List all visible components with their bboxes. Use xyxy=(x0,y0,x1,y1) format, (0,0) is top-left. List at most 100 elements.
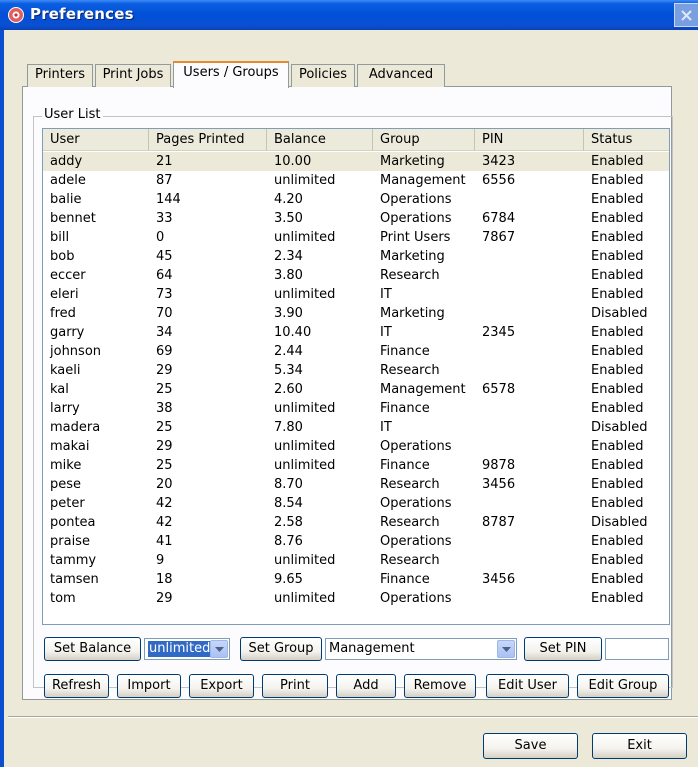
column-header-balance[interactable]: Balance xyxy=(267,129,373,151)
cell-pages-printed: 73 xyxy=(156,287,173,302)
balance-combo[interactable]: unlimited xyxy=(144,638,230,660)
cell-status: Disabled xyxy=(591,515,648,530)
cell-balance: 9.65 xyxy=(274,572,303,587)
cell-pin: 2345 xyxy=(482,325,516,340)
table-row[interactable]: tamsen 18 9.65 Finance 3456 Enabled xyxy=(43,570,669,589)
tab-policies[interactable]: Policies xyxy=(291,64,355,87)
balance-dropdown-button[interactable] xyxy=(210,640,228,658)
column-header-status[interactable]: Status xyxy=(584,129,669,151)
tab-printers[interactable]: Printers xyxy=(27,64,93,87)
cell-group: Operations xyxy=(380,211,452,226)
cell-user: kal xyxy=(50,382,69,397)
cell-user: eleri xyxy=(50,287,79,302)
edit-user-button[interactable]: Edit User xyxy=(486,674,569,698)
column-header-pin[interactable]: PIN xyxy=(475,129,584,151)
cell-status: Disabled xyxy=(591,306,648,321)
footer-separator xyxy=(8,716,698,718)
group-combo[interactable]: Management xyxy=(325,638,517,660)
cell-pages-printed: 20 xyxy=(156,477,173,492)
cell-status: Enabled xyxy=(591,496,644,511)
pin-input[interactable] xyxy=(605,638,669,660)
table-row[interactable]: madera 25 7.80 IT Disabled xyxy=(43,418,669,437)
table-row[interactable]: larry 38 unlimited Finance Enabled xyxy=(43,399,669,418)
cell-user: tom xyxy=(50,591,76,606)
set-group-button[interactable]: Set Group xyxy=(240,637,322,661)
table-row[interactable]: bennet 33 3.50 Operations 6784 Enabled xyxy=(43,209,669,228)
cell-group: Finance xyxy=(380,401,430,416)
table-row[interactable]: tom 29 unlimited Operations Enabled xyxy=(43,589,669,608)
table-row[interactable]: mike 25 unlimited Finance 9878 Enabled xyxy=(43,456,669,475)
table-row[interactable]: fred 70 3.90 Marketing Disabled xyxy=(43,304,669,323)
table-row[interactable]: eleri 73 unlimited IT Enabled xyxy=(43,285,669,304)
import-button[interactable]: Import xyxy=(117,674,181,698)
cell-balance: 10.00 xyxy=(274,154,312,169)
cell-group: Research xyxy=(380,363,440,378)
cell-status: Enabled xyxy=(591,344,644,359)
cell-user: larry xyxy=(50,401,80,416)
exit-button[interactable]: Exit xyxy=(592,733,687,759)
cell-group: Research xyxy=(380,477,440,492)
refresh-button[interactable]: Refresh xyxy=(44,674,109,698)
cell-pin: 6556 xyxy=(482,173,516,188)
cell-pages-printed: 69 xyxy=(156,344,173,359)
export-button[interactable]: Export xyxy=(189,674,254,698)
tab-print-jobs[interactable]: Print Jobs xyxy=(95,64,171,87)
column-header-user[interactable]: User xyxy=(43,129,149,151)
cell-pages-printed: 21 xyxy=(156,154,173,169)
table-row[interactable]: bill 0 unlimited Print Users 7867 Enabled xyxy=(43,228,669,247)
save-button[interactable]: Save xyxy=(483,733,578,759)
table-row[interactable]: kaeli 29 5.34 Research Enabled xyxy=(43,361,669,380)
cell-status: Enabled xyxy=(591,553,644,568)
print-button[interactable]: Print xyxy=(262,674,328,698)
table-row[interactable]: peter 42 8.54 Operations Enabled xyxy=(43,494,669,513)
cell-pages-printed: 25 xyxy=(156,382,173,397)
table-row[interactable]: pese 20 8.70 Research 3456 Enabled xyxy=(43,475,669,494)
add-button[interactable]: Add xyxy=(336,674,396,698)
remove-button[interactable]: Remove xyxy=(404,674,476,698)
table-row[interactable]: garry 34 10.40 IT 2345 Enabled xyxy=(43,323,669,342)
table-row[interactable]: praise 41 8.76 Operations Enabled xyxy=(43,532,669,551)
cell-status: Enabled xyxy=(591,534,644,549)
group-combo-value: Management xyxy=(329,641,415,656)
cell-pin: 3423 xyxy=(482,154,516,169)
cell-user: adele xyxy=(50,173,86,188)
tab-users-groups[interactable]: Users / Groups xyxy=(173,61,289,88)
cell-user: peter xyxy=(50,496,85,511)
tab-advanced[interactable]: Advanced xyxy=(357,64,445,87)
table-row[interactable]: johnson 69 2.44 Finance Enabled xyxy=(43,342,669,361)
user-list-label: User List xyxy=(42,107,103,122)
cell-pages-printed: 29 xyxy=(156,591,173,606)
edit-group-button[interactable]: Edit Group xyxy=(577,674,669,698)
table-row[interactable]: bob 45 2.34 Marketing Enabled xyxy=(43,247,669,266)
cell-user: garry xyxy=(50,325,85,340)
cell-pin: 3456 xyxy=(482,477,516,492)
set-pin-button[interactable]: Set PIN xyxy=(524,637,602,661)
cell-balance: 3.50 xyxy=(274,211,303,226)
table-row[interactable]: balie 144 4.20 Operations Enabled xyxy=(43,190,669,209)
table-row[interactable]: pontea 42 2.58 Research 8787 Disabled xyxy=(43,513,669,532)
user-list-table[interactable]: User Pages Printed Balance Group PIN Status a… xyxy=(42,128,670,625)
table-row[interactable]: kal 25 2.60 Management 6578 Enabled xyxy=(43,380,669,399)
cell-user: praise xyxy=(50,534,90,549)
cell-balance: 8.54 xyxy=(274,496,303,511)
close-button[interactable] xyxy=(674,3,698,27)
column-header-pages-printed[interactable]: Pages Printed xyxy=(149,129,267,151)
column-header-group[interactable]: Group xyxy=(373,129,475,151)
table-row[interactable]: eccer 64 3.80 Research Enabled xyxy=(43,266,669,285)
table-row[interactable]: adele 87 unlimited Management 6556 Enabled xyxy=(43,171,669,190)
cell-group: Research xyxy=(380,515,440,530)
cell-group: Marketing xyxy=(380,154,445,169)
group-dropdown-button[interactable] xyxy=(497,640,515,658)
cell-balance: unlimited xyxy=(274,458,336,473)
cell-group: Finance xyxy=(380,572,430,587)
cell-pages-printed: 34 xyxy=(156,325,173,340)
set-balance-button[interactable]: Set Balance xyxy=(44,637,141,661)
table-row[interactable]: tammy 9 unlimited Research Enabled xyxy=(43,551,669,570)
cell-status: Enabled xyxy=(591,249,644,264)
title-bar: Preferences xyxy=(0,0,698,30)
table-row[interactable]: addy 21 10.00 Marketing 3423 Enabled xyxy=(43,152,669,171)
cell-status: Enabled xyxy=(591,287,644,302)
cell-pages-printed: 18 xyxy=(156,572,173,587)
table-row[interactable]: makai 29 unlimited Operations Enabled xyxy=(43,437,669,456)
cell-status: Enabled xyxy=(591,363,644,378)
